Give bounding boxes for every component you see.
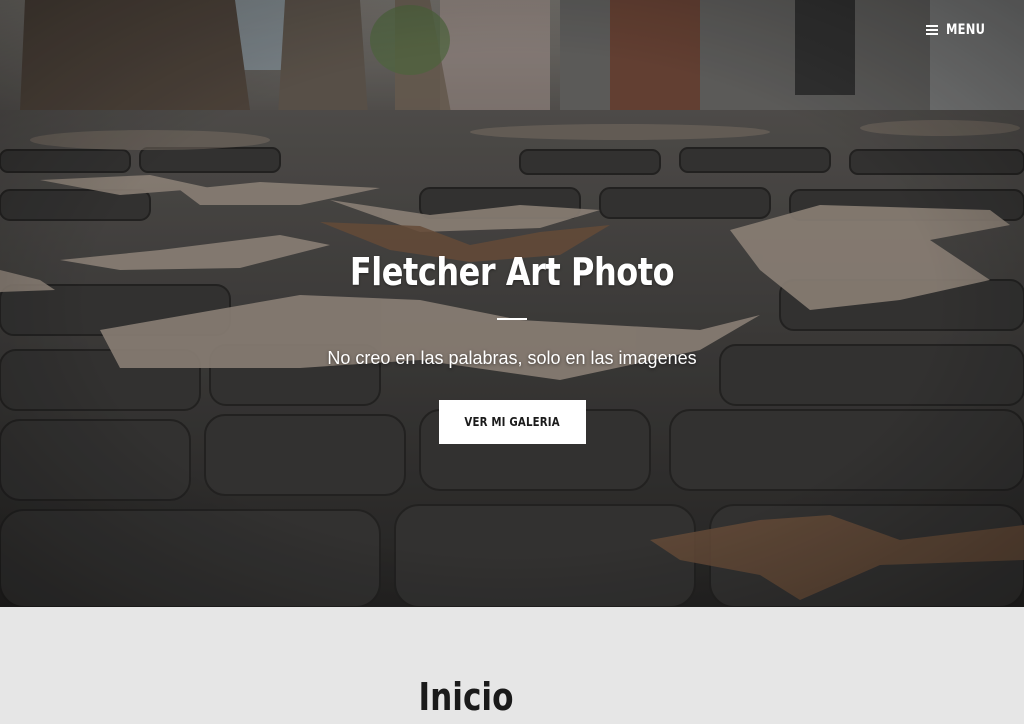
main-content: Inicio	[0, 607, 1024, 724]
menu-button[interactable]: MENU	[926, 22, 994, 38]
section-title: Inicio	[418, 675, 514, 719]
hamburger-icon	[926, 25, 939, 35]
gallery-button[interactable]: VER MI GALERIA	[438, 400, 586, 444]
hero-content: Fletcher Art Photo No creo en las palabr…	[0, 248, 1024, 444]
menu-label: MENU	[946, 22, 986, 38]
title-divider	[497, 318, 527, 320]
site-title: Fletcher Art Photo	[349, 250, 675, 294]
gallery-button-label: VER MI GALERIA	[464, 415, 560, 429]
hero-section: MENU Fletcher Art Photo No creo en las p…	[0, 0, 1024, 607]
site-tagline: No creo en las palabras, solo en las ima…	[327, 348, 697, 368]
